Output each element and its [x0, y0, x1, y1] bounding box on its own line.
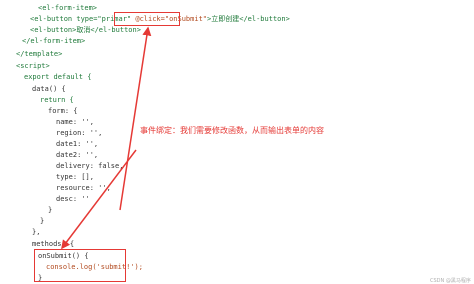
code-line: form: { — [48, 107, 78, 115]
method-highlight — [34, 249, 126, 282]
code-line: resource: '', — [56, 184, 111, 192]
code-token: >立即创建</el-button> — [207, 15, 290, 23]
watermark: CSDN @黑马程序 — [430, 278, 471, 284]
code-line: methods: { — [32, 240, 75, 248]
arrow-to-click-binding — [119, 26, 152, 211]
code-line: name: '', — [56, 118, 94, 126]
code-line: </el-form-item> — [22, 37, 86, 45]
code-line: desc: '' — [56, 195, 90, 203]
code-line: delivery: false, — [56, 162, 124, 170]
code-line: <el-form-item> — [38, 4, 98, 12]
code-line: }, — [32, 228, 41, 236]
code-line: data() { — [32, 85, 66, 93]
code-line: date1: '', — [56, 140, 99, 148]
code-line: <script> — [16, 62, 50, 70]
code-line: date2: '', — [56, 151, 99, 159]
code-line: return { — [40, 96, 74, 104]
code-line: <el-button>取消</el-button> — [30, 26, 141, 34]
code-line: </template> — [16, 50, 63, 58]
code-line: export default { — [24, 73, 92, 81]
code-line: type: [], — [56, 173, 94, 181]
code-line: region: '', — [56, 129, 103, 137]
code-line: } — [48, 206, 53, 214]
code-line: } — [40, 217, 45, 225]
code-screenshot: <el-form-item> <el-button type="primar" … — [0, 0, 474, 284]
click-binding-highlight — [114, 12, 180, 26]
annotation-label: 事件绑定：我们需要修改函数，从而输出表单的内容 — [140, 126, 324, 135]
